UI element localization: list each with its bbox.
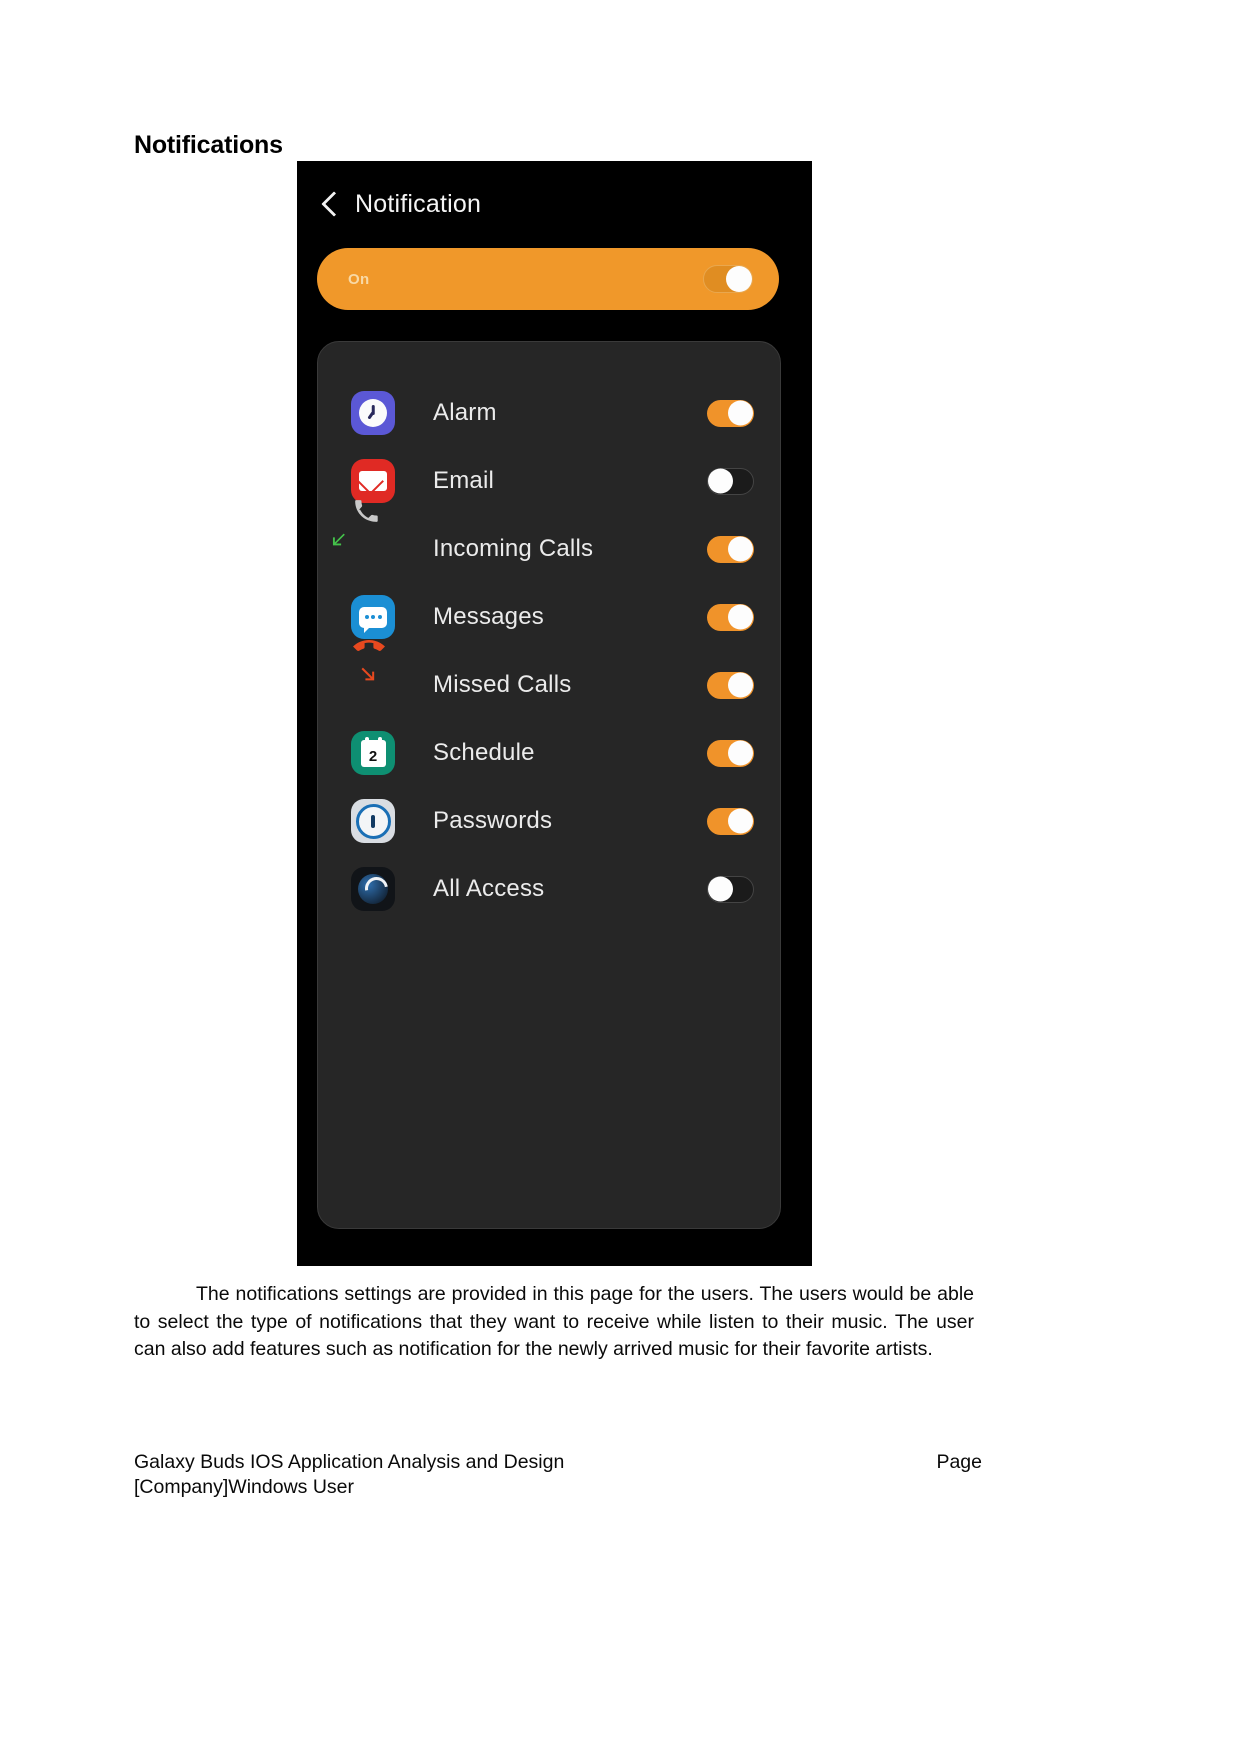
list-item-label: Messages	[433, 603, 544, 630]
document-page: Notifications Notification On Alarm Emai…	[0, 0, 1241, 1754]
all-access-toggle[interactable]	[707, 875, 754, 903]
alarm-toggle[interactable]	[707, 399, 754, 427]
screen-title: Notification	[355, 189, 482, 218]
app-header: Notification	[297, 161, 812, 247]
email-toggle[interactable]	[707, 467, 754, 495]
master-notification-bar[interactable]: On	[317, 248, 779, 310]
list-item[interactable]: Incoming Calls	[318, 500, 780, 583]
alarm-clock-icon	[351, 391, 395, 435]
list-item-label: Missed Calls	[433, 671, 572, 698]
passwords-toggle[interactable]	[707, 807, 754, 835]
message-bubble-icon	[351, 595, 395, 639]
list-item[interactable]: Alarm	[318, 379, 780, 447]
list-item[interactable]: Email	[318, 447, 780, 515]
toggle-knob	[728, 604, 753, 630]
footer-company: [Company]Windows User	[134, 1476, 354, 1498]
calendar-badge: 2	[360, 736, 386, 767]
toggle-knob	[726, 266, 752, 292]
missed-call-icon	[351, 640, 395, 707]
body-paragraph-text: The notifications settings are provided …	[134, 1283, 974, 1360]
password-ring-icon	[351, 799, 395, 843]
toggle-knob	[728, 740, 753, 766]
notification-rows: Alarm Email Incoming Calls Messages Miss…	[318, 379, 780, 923]
list-item-label: All Access	[433, 875, 545, 902]
toggle-knob	[708, 876, 733, 902]
list-item[interactable]: 2 Schedule	[318, 719, 780, 787]
schedule-toggle[interactable]	[707, 739, 754, 767]
page-footer: Galaxy Buds IOS Application Analysis and…	[134, 1450, 982, 1500]
list-item-label: Incoming Calls	[433, 535, 594, 562]
footer-title: Galaxy Buds IOS Application Analysis and…	[134, 1451, 565, 1473]
footer-page-label: Page	[936, 1451, 982, 1473]
list-item[interactable]: Messages	[318, 583, 780, 651]
notification-list-card: Alarm Email Incoming Calls Messages Miss…	[317, 341, 781, 1229]
phone-screenshot: Notification On Alarm Email Incoming Cal…	[297, 161, 812, 1266]
envelope-icon	[351, 459, 395, 503]
list-item[interactable]: Passwords	[318, 787, 780, 855]
toggle-knob	[728, 400, 753, 426]
incoming-call-icon	[332, 500, 395, 571]
list-item-label: Alarm	[433, 399, 497, 426]
list-item[interactable]: All Access	[318, 855, 780, 923]
toggle-knob	[728, 808, 753, 834]
toggle-knob	[708, 468, 733, 494]
master-toggle-label: On	[348, 270, 370, 288]
messages-toggle[interactable]	[707, 603, 754, 631]
body-paragraph: The notifications settings are provided …	[134, 1281, 974, 1364]
list-item-label: Schedule	[433, 739, 535, 766]
list-item-label: Passwords	[433, 807, 553, 834]
list-item-label: Email	[433, 467, 495, 494]
master-toggle-switch[interactable]	[703, 265, 753, 293]
list-item[interactable]: Missed Calls	[318, 640, 780, 719]
back-chevron-icon[interactable]	[320, 189, 342, 219]
calendar-icon: 2	[351, 731, 395, 775]
all-access-icon	[351, 867, 395, 911]
incoming-calls-toggle[interactable]	[707, 535, 754, 563]
toggle-knob	[728, 536, 753, 562]
missed-calls-toggle[interactable]	[707, 671, 754, 699]
page-title: Notifications	[134, 131, 283, 159]
toggle-knob	[728, 672, 753, 698]
